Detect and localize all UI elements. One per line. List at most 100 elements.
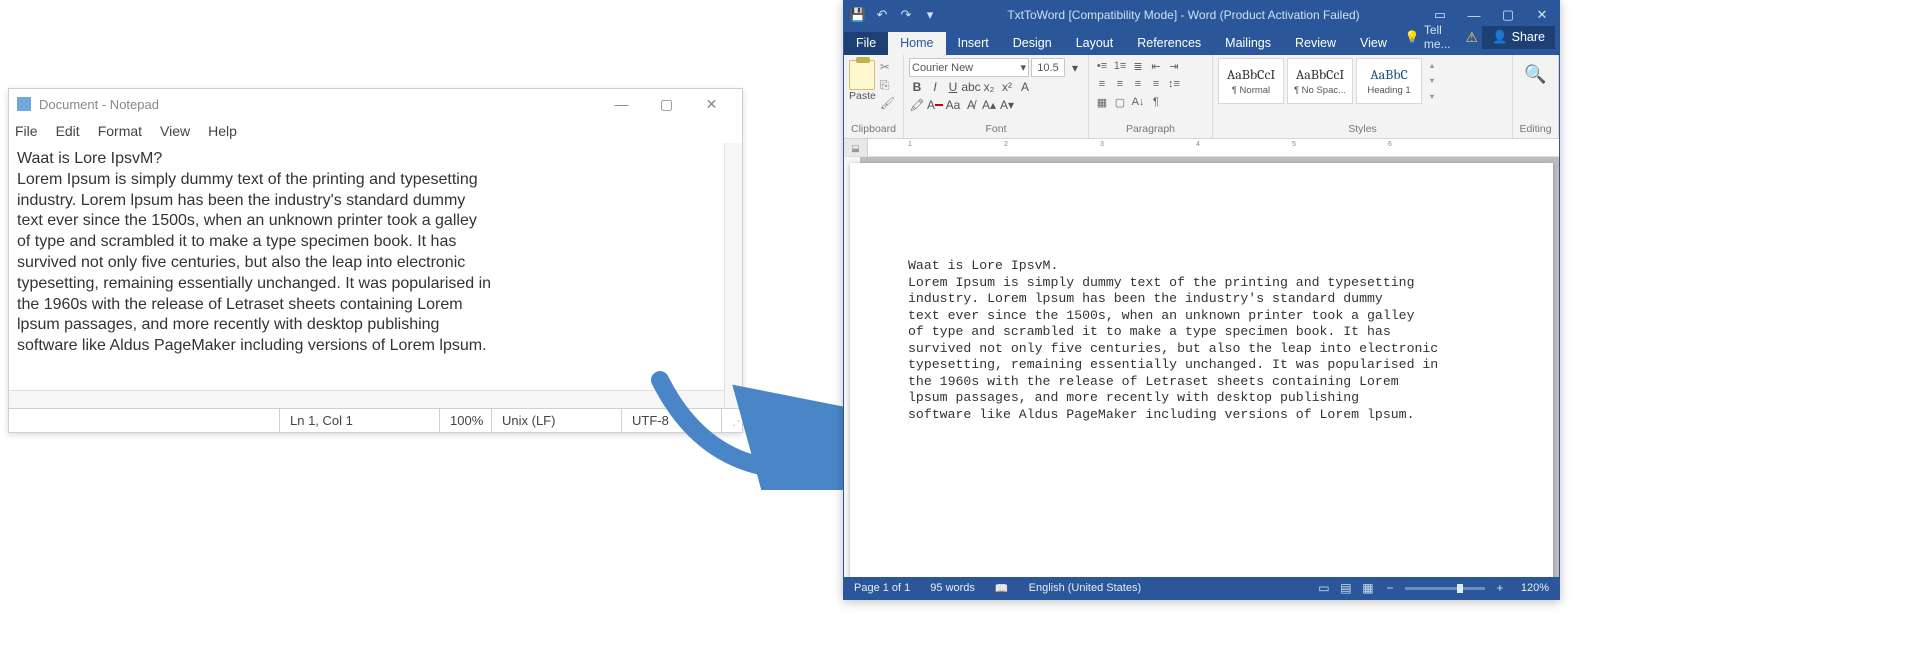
notepad-text[interactable]: Waat is Lore IpsvM? Lorem Ipsum is simpl… bbox=[17, 149, 734, 357]
tab-design[interactable]: Design bbox=[1001, 32, 1064, 55]
status-encoding: UTF-8 bbox=[622, 409, 722, 432]
notepad-titlebar[interactable]: Document - Notepad — ▢ ✕ bbox=[9, 89, 742, 119]
horizontal-scrollbar[interactable] bbox=[9, 390, 724, 408]
font-color-icon[interactable]: A bbox=[927, 97, 943, 113]
menu-format[interactable]: Format bbox=[98, 123, 142, 139]
clear-format-icon[interactable]: A̸ bbox=[963, 97, 979, 113]
tab-insert[interactable]: Insert bbox=[946, 32, 1001, 55]
align-right-icon[interactable]: ≡ bbox=[1130, 76, 1146, 92]
zoom-slider[interactable] bbox=[1405, 587, 1485, 590]
menu-view[interactable]: View bbox=[160, 123, 190, 139]
multilevel-icon[interactable]: ≣ bbox=[1130, 58, 1146, 74]
ruler-track: 123456 bbox=[868, 139, 1559, 156]
styles-more-icon[interactable]: ▴▾▾ bbox=[1425, 58, 1439, 104]
paste-icon[interactable] bbox=[849, 60, 875, 90]
borders-icon[interactable]: ▢ bbox=[1112, 94, 1128, 110]
redo-icon[interactable]: ↷ bbox=[898, 7, 914, 23]
chevron-down-icon[interactable]: ▾ bbox=[1067, 60, 1083, 76]
tab-view[interactable]: View bbox=[1348, 32, 1399, 55]
proofing-icon[interactable]: 📖 bbox=[985, 582, 1019, 595]
status-words[interactable]: 95 words bbox=[920, 582, 985, 594]
tab-references[interactable]: References bbox=[1125, 32, 1213, 55]
undo-icon[interactable]: ↶ bbox=[874, 7, 890, 23]
clipboard-label: Clipboard bbox=[849, 121, 898, 135]
font-name-combo[interactable]: Courier New▾ bbox=[909, 58, 1029, 77]
status-page[interactable]: Page 1 of 1 bbox=[844, 582, 920, 594]
italic-button[interactable]: I bbox=[927, 79, 943, 95]
document-page[interactable]: Waat is Lore IpsvM. Lorem Ipsum is simpl… bbox=[850, 163, 1553, 577]
vertical-scrollbar[interactable] bbox=[724, 143, 742, 408]
zoom-in-button[interactable]: + bbox=[1489, 577, 1511, 599]
decrease-indent-icon[interactable]: ⇤ bbox=[1148, 58, 1164, 74]
strike-button[interactable]: abc bbox=[963, 79, 979, 95]
increase-indent-icon[interactable]: ⇥ bbox=[1166, 58, 1182, 74]
grow-font-icon[interactable]: A▴ bbox=[981, 97, 997, 113]
ruler-tick: 3 bbox=[1100, 141, 1104, 148]
document-text[interactable]: Waat is Lore IpsvM. Lorem Ipsum is simpl… bbox=[908, 258, 1503, 423]
find-icon[interactable]: 🔍 bbox=[1518, 58, 1553, 85]
zoom-out-button[interactable]: − bbox=[1379, 577, 1401, 599]
style-name: ¶ Normal bbox=[1232, 85, 1270, 96]
bold-button[interactable]: B bbox=[909, 79, 925, 95]
format-painter-icon[interactable]: 🖌 bbox=[880, 96, 894, 110]
save-icon[interactable]: 💾 bbox=[850, 7, 866, 23]
tab-file[interactable]: File bbox=[844, 32, 888, 55]
show-marks-icon[interactable]: ¶ bbox=[1148, 94, 1164, 110]
maximize-button[interactable]: ▢ bbox=[644, 90, 689, 118]
resize-grip-icon[interactable]: ⋰ bbox=[722, 409, 742, 432]
highlight-icon[interactable]: 🖍 bbox=[909, 97, 925, 113]
text-effects-icon[interactable]: A bbox=[1017, 79, 1033, 95]
zoom-slider-thumb[interactable] bbox=[1457, 584, 1463, 593]
ruler-corner-icon[interactable]: ⬓ bbox=[844, 139, 868, 157]
shading-icon[interactable]: ▦ bbox=[1094, 94, 1110, 110]
cut-icon[interactable]: ✂ bbox=[880, 60, 894, 74]
tell-me-search[interactable]: 💡Tell me... bbox=[1399, 19, 1462, 55]
minimize-button[interactable]: — bbox=[599, 90, 644, 118]
print-layout-icon[interactable]: ▤ bbox=[1335, 577, 1357, 599]
numbering-icon[interactable]: 1≡ bbox=[1112, 58, 1128, 74]
justify-icon[interactable]: ≡ bbox=[1148, 76, 1164, 92]
copy-icon[interactable]: ⎘ bbox=[880, 78, 894, 92]
status-language[interactable]: English (United States) bbox=[1019, 582, 1152, 594]
tab-review[interactable]: Review bbox=[1283, 32, 1348, 55]
tab-mailings[interactable]: Mailings bbox=[1213, 32, 1283, 55]
menu-file[interactable]: File bbox=[15, 123, 38, 139]
close-button[interactable]: ✕ bbox=[689, 90, 734, 118]
read-mode-icon[interactable]: ▭ bbox=[1313, 577, 1335, 599]
status-zoom[interactable]: 120% bbox=[1511, 582, 1559, 594]
quick-access-toolbar: 💾 ↶ ↷ ▾ bbox=[844, 7, 944, 23]
status-zoom: 100% bbox=[440, 409, 492, 432]
superscript-button[interactable]: x² bbox=[999, 79, 1015, 95]
paste-button[interactable]: Paste bbox=[849, 90, 876, 102]
notepad-menubar: File Edit Format View Help bbox=[9, 119, 742, 143]
style-no-spacing[interactable]: AaBbCcI ¶ No Spac... bbox=[1287, 58, 1353, 104]
change-case-icon[interactable]: Aa bbox=[945, 97, 961, 113]
menu-edit[interactable]: Edit bbox=[56, 123, 80, 139]
bullets-icon[interactable]: •≡ bbox=[1094, 58, 1110, 74]
style-preview: AaBbC bbox=[1370, 66, 1408, 83]
web-layout-icon[interactable]: ▦ bbox=[1357, 577, 1379, 599]
qat-customize-icon[interactable]: ▾ bbox=[922, 7, 938, 23]
style-normal[interactable]: AaBbCcI ¶ Normal bbox=[1218, 58, 1284, 104]
subscript-button[interactable]: x₂ bbox=[981, 79, 997, 95]
tab-layout[interactable]: Layout bbox=[1064, 32, 1126, 55]
style-heading1[interactable]: AaBbC Heading 1 bbox=[1356, 58, 1422, 104]
horizontal-ruler[interactable]: ⬓ 123456 bbox=[844, 139, 1559, 157]
font-size-combo[interactable]: 10.5 bbox=[1031, 58, 1065, 77]
word-title: TxtToWord [Compatibility Mode] - Word (P… bbox=[944, 8, 1423, 22]
underline-button[interactable]: U bbox=[945, 79, 961, 95]
menu-help[interactable]: Help bbox=[208, 123, 237, 139]
activation-warning-icon[interactable]: ⚠ bbox=[1466, 29, 1479, 46]
group-styles: AaBbCcI ¶ Normal AaBbCcI ¶ No Spac... Aa… bbox=[1213, 55, 1513, 138]
align-center-icon[interactable]: ≡ bbox=[1112, 76, 1128, 92]
style-name: Heading 1 bbox=[1367, 85, 1410, 96]
sort-icon[interactable]: A↓ bbox=[1130, 94, 1146, 110]
share-button[interactable]: 👤Share bbox=[1482, 26, 1555, 49]
shrink-font-icon[interactable]: A▾ bbox=[999, 97, 1015, 113]
notepad-text-area[interactable]: Waat is Lore IpsvM? Lorem Ipsum is simpl… bbox=[9, 143, 742, 408]
tab-home[interactable]: Home bbox=[888, 32, 945, 55]
document-area[interactable]: Waat is Lore IpsvM. Lorem Ipsum is simpl… bbox=[844, 157, 1559, 577]
style-preview: AaBbCcI bbox=[1227, 66, 1275, 83]
line-spacing-icon[interactable]: ↕≡ bbox=[1166, 76, 1182, 92]
align-left-icon[interactable]: ≡ bbox=[1094, 76, 1110, 92]
